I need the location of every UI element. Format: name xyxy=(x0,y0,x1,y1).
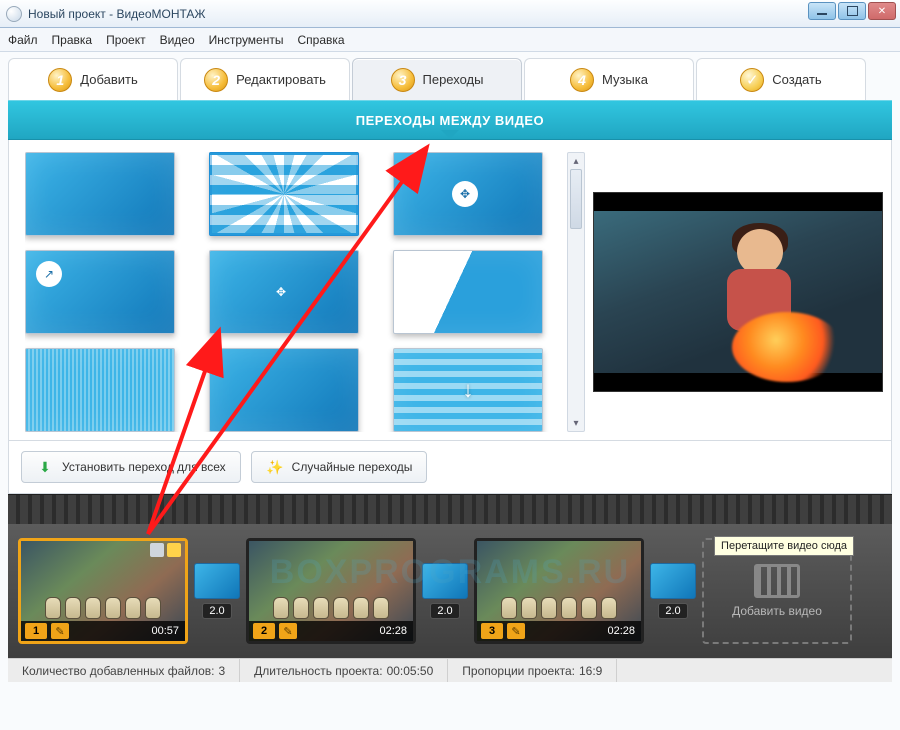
status-files: Количество добавленных файлов: 3 xyxy=(8,659,240,682)
transition-thumb[interactable]: ↗ xyxy=(25,250,175,334)
statusbar: Количество добавленных файлов: 3 Длитель… xyxy=(8,658,892,682)
step-tab-edit[interactable]: 2 Редактировать xyxy=(180,58,350,100)
maximize-button[interactable] xyxy=(838,2,866,20)
app-icon xyxy=(6,6,22,22)
clip-index: 3 xyxy=(481,623,503,639)
apply-transition-all-button[interactable]: ⬇ Установить переход для всех xyxy=(21,451,241,483)
action-buttons-row: ⬇ Установить переход для всех ✨ Случайны… xyxy=(8,441,892,494)
star-icon xyxy=(167,543,181,557)
scroll-up-icon[interactable]: ▴ xyxy=(568,153,584,169)
scissors-icon xyxy=(150,543,164,557)
step-tab-create[interactable]: ✓ Создать xyxy=(696,58,866,100)
transition-duration[interactable]: 2.0 xyxy=(202,603,231,619)
transition-thumb-selected[interactable] xyxy=(209,152,359,236)
step-number-icon: 3 xyxy=(391,68,415,92)
step-label: Переходы xyxy=(423,72,484,87)
pencil-icon[interactable]: ✎ xyxy=(507,623,525,639)
menu-tools[interactable]: Инструменты xyxy=(209,33,284,47)
button-label: Установить переход для всех xyxy=(62,460,226,474)
check-icon: ✓ xyxy=(740,68,764,92)
step-label: Редактировать xyxy=(236,72,326,87)
step-tab-music[interactable]: 4 Музыка xyxy=(524,58,694,100)
pencil-icon[interactable]: ✎ xyxy=(51,623,69,639)
clip-duration: 02:28 xyxy=(607,625,635,637)
download-arrow-icon: ⬇ xyxy=(36,458,54,476)
window-title: Новый проект - ВидеоМОНТАЖ xyxy=(28,7,206,21)
menubar: Файл Правка Проект Видео Инструменты Спр… xyxy=(0,28,900,52)
transition-slot[interactable]: 2.0 xyxy=(194,563,240,619)
transition-preview-icon xyxy=(650,563,696,599)
titlebar: Новый проект - ВидеоМОНТАЖ xyxy=(0,0,900,28)
add-video-slot[interactable]: Перетащите видео сюда Добавить видео xyxy=(702,538,852,644)
menu-project[interactable]: Проект xyxy=(106,33,146,47)
clip-index: 1 xyxy=(25,623,47,639)
minimize-button[interactable] xyxy=(808,2,836,20)
step-tab-transitions[interactable]: 3 Переходы xyxy=(352,58,522,100)
transition-thumb[interactable] xyxy=(25,348,175,432)
scroll-down-icon[interactable]: ▾ xyxy=(568,415,584,431)
menu-edit[interactable]: Правка xyxy=(52,33,93,47)
transition-duration[interactable]: 2.0 xyxy=(658,603,687,619)
transition-thumb[interactable]: ✥ xyxy=(393,152,543,236)
transition-thumb[interactable] xyxy=(25,152,175,236)
content-area: ✥ ↗ ✥ ▴ ▾ xyxy=(8,140,892,441)
step-label: Музыка xyxy=(602,72,648,87)
film-strip-divider xyxy=(8,494,892,524)
window-buttons xyxy=(808,2,896,20)
menu-help[interactable]: Справка xyxy=(297,33,344,47)
random-transitions-button[interactable]: ✨ Случайные переходы xyxy=(251,451,428,483)
magic-wand-icon: ✨ xyxy=(266,458,284,476)
transition-preview-icon xyxy=(194,563,240,599)
step-label: Добавить xyxy=(80,72,137,87)
transitions-grid: ✥ ↗ ✥ xyxy=(25,152,555,432)
transition-thumb[interactable]: ✥ xyxy=(209,250,359,334)
video-preview[interactable] xyxy=(593,192,883,392)
clip-index: 2 xyxy=(253,623,275,639)
menu-video[interactable]: Видео xyxy=(160,33,195,47)
film-reel-icon xyxy=(754,564,800,598)
watermark-text: BOXPROGRAMS.RU xyxy=(270,553,630,592)
clip-duration: 02:28 xyxy=(379,625,407,637)
transition-thumb[interactable] xyxy=(393,250,543,334)
step-number-icon: 4 xyxy=(570,68,594,92)
menu-file[interactable]: Файл xyxy=(8,33,38,47)
step-number-icon: 2 xyxy=(204,68,228,92)
close-button[interactable] xyxy=(868,2,896,20)
transition-thumb[interactable] xyxy=(393,348,543,432)
section-title: ПЕРЕХОДЫ МЕЖДУ ВИДЕО xyxy=(356,113,544,128)
step-label: Создать xyxy=(772,72,821,87)
transition-duration[interactable]: 2.0 xyxy=(430,603,459,619)
scrollbar[interactable]: ▴ ▾ xyxy=(567,152,585,432)
add-video-label: Добавить видео xyxy=(732,604,822,618)
step-number-icon: 1 xyxy=(48,68,72,92)
clip-duration: 00:57 xyxy=(151,625,179,637)
pencil-icon[interactable]: ✎ xyxy=(279,623,297,639)
scroll-thumb[interactable] xyxy=(570,169,582,229)
transition-thumb[interactable] xyxy=(209,348,359,432)
step-tab-add[interactable]: 1 Добавить xyxy=(8,58,178,100)
timeline-clip[interactable]: 1 ✎ 00:57 xyxy=(18,538,188,644)
button-label: Случайные переходы xyxy=(292,460,413,474)
transition-slot[interactable]: 2.0 xyxy=(650,563,696,619)
section-header: ПЕРЕХОДЫ МЕЖДУ ВИДЕО xyxy=(8,100,892,140)
step-tabs: 1 Добавить 2 Редактировать 3 Переходы 4 … xyxy=(8,58,892,100)
status-aspect: Пропорции проекта: 16:9 xyxy=(448,659,617,682)
status-duration: Длительность проекта: 00:05:50 xyxy=(240,659,448,682)
drop-hint-tooltip: Перетащите видео сюда xyxy=(714,536,854,556)
